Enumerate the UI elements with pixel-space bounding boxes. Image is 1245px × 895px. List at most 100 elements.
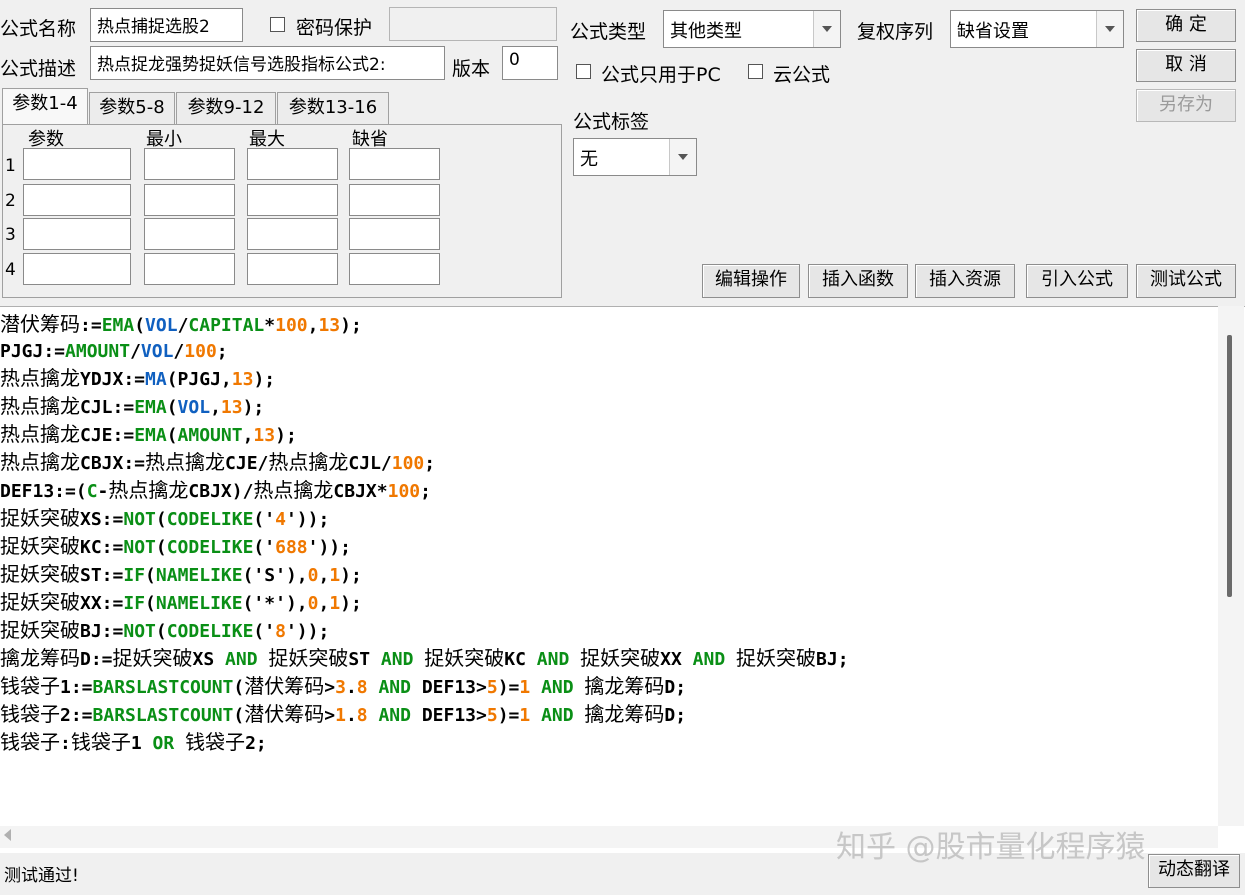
code-token: 2; bbox=[245, 733, 267, 754]
code-token: ( bbox=[155, 621, 167, 642]
password-checkbox[interactable] bbox=[270, 17, 285, 32]
rights-select[interactable]: 缺省设置 bbox=[950, 10, 1124, 48]
pc-only-checkbox[interactable] bbox=[576, 64, 591, 79]
param-2-default[interactable] bbox=[349, 184, 440, 216]
save-as-button[interactable]: 另存为 bbox=[1136, 89, 1236, 122]
version-input[interactable]: 0 bbox=[502, 46, 558, 80]
param-3-min[interactable] bbox=[144, 218, 235, 250]
code-token: CBJX)/ bbox=[188, 481, 254, 502]
code-token: 钱袋子 bbox=[0, 702, 60, 726]
code-token: KC bbox=[504, 649, 537, 670]
code-token: , bbox=[242, 425, 254, 446]
code-token: 100 bbox=[387, 481, 421, 502]
param-1-default[interactable] bbox=[349, 148, 440, 180]
param-row-number: 4 bbox=[5, 260, 16, 280]
code-token: AND bbox=[692, 649, 726, 670]
code-token: CJE/ bbox=[225, 453, 269, 474]
code-token: 捉妖突破 bbox=[268, 646, 349, 670]
tab-params-5-8[interactable]: 参数5-8 bbox=[89, 92, 175, 124]
code-token: 1 bbox=[519, 705, 531, 726]
code-token: ; bbox=[424, 453, 436, 474]
param-2-min[interactable] bbox=[144, 184, 235, 216]
code-token: AND bbox=[225, 649, 258, 670]
code-token: NOT bbox=[123, 509, 156, 530]
code-editor[interactable]: 潜伏筹码:=EMA(VOL/CAPITAL*100,13); PJGJ:=AMOU… bbox=[0, 306, 1245, 853]
code-token: 擒龙筹码 bbox=[584, 702, 665, 726]
code-token: )= bbox=[497, 705, 520, 726]
code-line: 钱袋子1:=BARSLASTCOUNT(潜伏筹码>3.8 AND DEF13>5… bbox=[0, 673, 849, 701]
code-token: D; bbox=[664, 705, 687, 726]
insert-resource-button[interactable]: 插入资源 bbox=[915, 264, 1015, 298]
code-token: 捉妖突破 bbox=[0, 618, 80, 642]
param-3-name[interactable] bbox=[23, 218, 131, 250]
code-token: IF bbox=[123, 593, 146, 614]
code-token: ( bbox=[145, 565, 156, 586]
tab-params-1-4[interactable]: 参数1-4 bbox=[2, 88, 88, 124]
tab-params-13-16[interactable]: 参数13-16 bbox=[277, 92, 389, 124]
code-token: EMA bbox=[134, 397, 167, 418]
param-4-default[interactable] bbox=[349, 253, 440, 285]
code-token: 潜伏筹码 bbox=[244, 674, 325, 698]
ok-button[interactable]: 确 定 bbox=[1136, 9, 1236, 42]
test-formula-button[interactable]: 测试公式 bbox=[1136, 264, 1236, 298]
code-token: 13 bbox=[220, 397, 243, 418]
param-1-max[interactable] bbox=[247, 148, 338, 180]
param-4-name[interactable] bbox=[23, 253, 131, 285]
code-token: ); bbox=[253, 369, 276, 390]
code-token: CBJX* bbox=[333, 481, 388, 502]
cancel-button[interactable]: 取 消 bbox=[1136, 49, 1236, 82]
insert-function-button[interactable]: 插入函数 bbox=[808, 264, 908, 298]
code-token: ; bbox=[420, 481, 431, 502]
dynamic-translate-button[interactable]: 动态翻译 bbox=[1148, 854, 1240, 888]
param-4-max[interactable] bbox=[247, 253, 338, 285]
param-3-max[interactable] bbox=[247, 218, 338, 250]
vertical-scrollbar-thumb[interactable] bbox=[1227, 335, 1232, 597]
chevron-down-icon bbox=[1096, 11, 1123, 47]
code-token: 13 bbox=[231, 369, 254, 390]
scroll-left-icon[interactable] bbox=[4, 829, 11, 841]
tab-params-9-12[interactable]: 参数9-12 bbox=[176, 92, 276, 124]
param-4-min[interactable] bbox=[144, 253, 235, 285]
param-2-max[interactable] bbox=[247, 184, 338, 216]
code-token: AND bbox=[380, 649, 414, 670]
tag-select[interactable]: 无 bbox=[573, 138, 697, 176]
password-label: 密码保护 bbox=[296, 17, 373, 39]
code-token: ( bbox=[134, 315, 146, 336]
param-1-min[interactable] bbox=[144, 148, 235, 180]
formula-name-input[interactable]: 热点捕捉选股2 bbox=[90, 8, 243, 42]
formula-desc-label: 公式描述 bbox=[0, 58, 77, 80]
code-token: 8 bbox=[356, 705, 368, 726]
password-input[interactable] bbox=[389, 7, 557, 41]
code-token: D:= bbox=[80, 649, 113, 670]
code-token: 0 bbox=[307, 593, 319, 614]
watermark: 知乎 @股市量化程序猿 bbox=[836, 830, 1146, 865]
chevron-down-icon bbox=[813, 11, 840, 47]
code-token: 1 bbox=[329, 565, 341, 586]
code-token: VOL bbox=[177, 397, 211, 418]
param-2-name[interactable] bbox=[23, 184, 131, 216]
param-1-name[interactable] bbox=[23, 148, 131, 180]
code-token: 3 bbox=[335, 677, 346, 698]
code-token: 4 bbox=[275, 509, 286, 530]
formula-name-label: 公式名称 bbox=[0, 18, 77, 40]
param-row-number: 1 bbox=[5, 156, 16, 176]
cloud-checkbox[interactable] bbox=[748, 64, 763, 79]
code-token: ); bbox=[242, 397, 265, 418]
code-token: / bbox=[130, 341, 141, 362]
code-token: NAMELIKE bbox=[155, 593, 243, 614]
formula-desc-input[interactable]: 热点捉龙强势捉妖信号选股指标公式2: bbox=[90, 46, 445, 80]
import-formula-button[interactable]: 引入公式 bbox=[1026, 264, 1128, 298]
code-token: )= bbox=[497, 677, 520, 698]
param-3-default[interactable] bbox=[349, 218, 440, 250]
cloud-label: 云公式 bbox=[773, 64, 831, 86]
edit-operation-button[interactable]: 编辑操作 bbox=[702, 264, 800, 298]
code-token: 100 bbox=[184, 341, 217, 362]
code-token: DEF13> bbox=[410, 705, 487, 726]
code-token: 688 bbox=[275, 537, 308, 558]
code-line: PJGJ:=AMOUNT/VOL/100; bbox=[0, 339, 849, 365]
code-token: KC:= bbox=[80, 537, 124, 558]
code-token: ( bbox=[233, 705, 245, 726]
formula-type-select[interactable]: 其他类型 bbox=[663, 10, 841, 48]
